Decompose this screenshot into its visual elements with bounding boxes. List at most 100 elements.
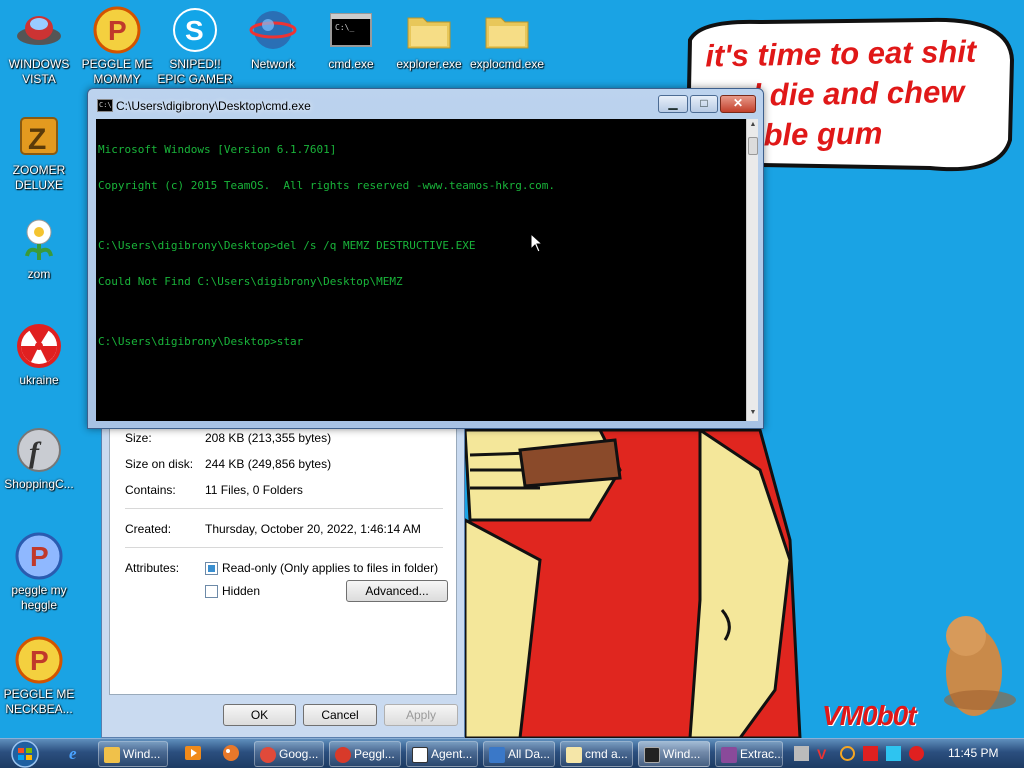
radiation-icon (17, 324, 61, 368)
cmd-app-icon: C:\ (97, 99, 113, 112)
minimize-icon: ▁ (668, 96, 678, 110)
size-value: 208 KB (213,355 bytes) (205, 431, 332, 445)
folder-icon (104, 747, 120, 763)
peggle-icon: P (15, 532, 63, 580)
desktop-icon-windows-vista[interactable]: WINDOWS VISTA (0, 6, 78, 87)
desktop-icon-zom[interactable]: zom (0, 216, 78, 282)
desktop-icon-explocmd[interactable]: explocmd.exe (468, 6, 546, 72)
taskbar-button-extract[interactable]: Extrac... (715, 741, 783, 767)
desktop-icon-shopping[interactable]: f ShoppingC... (0, 426, 78, 492)
taskbar-button-label: Extrac... (740, 747, 783, 761)
close-button[interactable]: ✕ (720, 95, 756, 113)
desktop-icon-label: zom (27, 267, 51, 281)
desktop-icon-label: PEGGLE ME MOMMY (81, 57, 153, 86)
hidden-checkbox[interactable] (205, 585, 218, 598)
contains-value: 11 Files, 0 Folders (205, 483, 303, 497)
desktop-icon-label: PEGGLE ME NECKBEA... (3, 687, 75, 716)
taskbar-button-chrome[interactable]: Goog... (254, 741, 324, 767)
start-button[interactable] (6, 740, 44, 768)
taskbar-button-windows-explorer[interactable]: Wind... (98, 741, 168, 767)
taskbar-clock[interactable]: 11:45 PM (948, 746, 998, 760)
console-line: C:\Users\digibrony\Desktop>star (98, 335, 304, 348)
taskbar-button-label: Peggl... (354, 747, 395, 761)
desktop-icon-peggle-my-heggle[interactable]: P peggle my heggle (0, 532, 78, 613)
properties-dialog: Size: 208 KB (213,355 bytes) Size on dis… (101, 424, 465, 738)
tray-antivirus-icon[interactable]: V (817, 746, 832, 762)
size-on-disk-value: 244 KB (249,856 bytes) (205, 457, 332, 471)
readonly-label: Read-only (Only applies to files in fold… (222, 561, 439, 575)
minimize-button[interactable]: ▁ (658, 95, 688, 113)
scroll-down-icon[interactable]: ▼ (748, 409, 758, 416)
svg-text:e: e (69, 744, 77, 762)
created-label: Created: (125, 522, 172, 536)
desktop-icon-label: cmd.exe (328, 57, 374, 71)
taskbar-button-notepad[interactable]: cmd a... (560, 741, 633, 767)
internet-explorer-icon[interactable]: e (68, 744, 86, 762)
ufo-icon (17, 16, 61, 45)
notepad-icon (566, 747, 582, 763)
taskbar-button-agent[interactable]: Agent... (406, 741, 478, 767)
maximize-icon: □ (700, 96, 708, 110)
desktop-icon-network[interactable]: Network (234, 6, 312, 72)
taskbar-button-cmd[interactable]: Wind... (638, 741, 710, 767)
desktop-icon-explorer[interactable]: explorer.exe (390, 6, 468, 72)
desktop-icon-zoomer-deluxe[interactable]: Z ZOOMER DELUXE (0, 112, 78, 193)
desktop-icon-label: ShoppingC... (4, 477, 74, 491)
paint-icon[interactable] (222, 744, 240, 762)
desktop-icon-peggle-me-mommy[interactable]: P PEGGLE ME MOMMY (78, 6, 156, 87)
hidden-label: Hidden (222, 584, 261, 598)
tray-app-icon[interactable] (794, 746, 809, 761)
desktop-icon-label: WINDOWS VISTA (8, 57, 70, 86)
svg-text:C:\_: C:\_ (335, 23, 354, 32)
desktop-icon-peggle-me-neckbeard[interactable]: P PEGGLE ME NECKBEA... (0, 636, 78, 717)
divider (125, 508, 443, 509)
tray-search-icon[interactable] (840, 746, 855, 761)
zuma-icon: Z (20, 117, 58, 156)
flash-icon: f (17, 428, 61, 472)
taskbar-button-peggle[interactable]: Peggl... (329, 741, 401, 767)
cmd-icon: C:\_ (330, 13, 372, 47)
chrome-icon (260, 747, 276, 763)
size-on-disk-label: Size on disk: (125, 457, 194, 471)
console-output[interactable]: Microsoft Windows [Version 6.1.7601] Cop… (96, 119, 746, 421)
taskbar-button-label: Wind... (663, 747, 701, 761)
readonly-checkbox[interactable] (205, 562, 218, 575)
mouse-cursor-icon (530, 233, 544, 253)
svg-text:S: S (185, 15, 204, 46)
desktop-icon-label: ZOOMER DELUXE (12, 163, 66, 192)
ok-button[interactable]: OK (223, 704, 296, 726)
scroll-thumb[interactable] (748, 137, 758, 155)
cancel-button[interactable]: Cancel (303, 704, 377, 726)
media-player-icon[interactable] (184, 744, 202, 762)
folder-icon (485, 17, 529, 49)
taskbar-button-label: Agent... (431, 747, 473, 761)
app-icon (489, 747, 505, 763)
desktop-icon-label: explorer.exe (396, 57, 462, 71)
tray-flag-icon[interactable] (863, 746, 878, 761)
advanced-button[interactable]: Advanced... (346, 580, 448, 602)
scroll-up-icon[interactable]: ▲ (748, 121, 758, 128)
network-icon (249, 11, 297, 49)
apply-button[interactable]: Apply (384, 704, 458, 726)
close-icon: ✕ (732, 96, 744, 110)
peggle-icon: P (93, 6, 141, 54)
tray-display-icon[interactable] (886, 746, 901, 761)
divider (125, 547, 443, 548)
cmd-window-title: C:\Users\digibrony\Desktop\cmd.exe (116, 99, 311, 113)
maximize-button[interactable]: □ (690, 95, 718, 113)
svg-text:P: P (30, 645, 49, 676)
taskbar-button-label: cmd a... (585, 747, 628, 761)
skype-icon: S (173, 8, 217, 52)
vertical-scrollbar[interactable]: ▲ ▼ (746, 119, 758, 421)
desktop-icon-ukraine[interactable]: ukraine (0, 322, 78, 388)
taskbar: e Wind... Goog... Peggl... Agent... All … (0, 738, 1024, 768)
tray-volume-icon[interactable] (909, 746, 924, 761)
taskbar-button-all-data[interactable]: All Da... (483, 741, 555, 767)
cmd-window: C:\ C:\Users\digibrony\Desktop\cmd.exe ▁… (87, 88, 764, 429)
console-line: Could Not Find C:\Users\digibrony\Deskto… (98, 275, 403, 288)
cmd-icon (644, 747, 660, 763)
desktop-icon-label: Network (250, 57, 295, 71)
svg-text:P: P (108, 15, 127, 46)
desktop-icon-cmd[interactable]: C:\_ cmd.exe (312, 6, 390, 72)
console-line: C:\Users\digibrony\Desktop>del /s /q MEM… (98, 239, 476, 252)
